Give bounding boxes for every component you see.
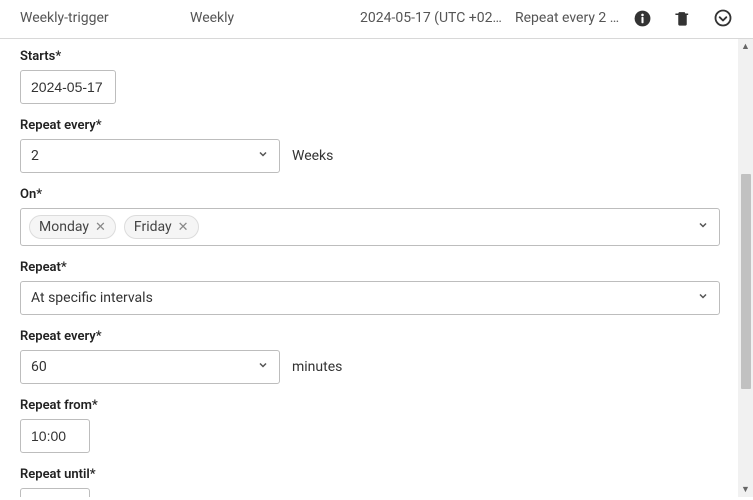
repeat-every-weeks-select[interactable]: 2 xyxy=(20,139,280,173)
scroll-up-arrow-icon[interactable]: ▲ xyxy=(738,39,753,54)
form-content: Starts* Repeat every* 2 Weeks On* xyxy=(0,39,753,497)
field-on: On* Monday ✕ Friday ✕ xyxy=(20,187,733,246)
repeat-mode-label: Repeat* xyxy=(20,260,733,275)
chevron-down-icon xyxy=(257,148,269,164)
repeat-mode-value: At specific intervals xyxy=(31,290,153,306)
chip-remove-icon[interactable]: ✕ xyxy=(95,221,106,234)
field-repeat-mode: Repeat* At specific intervals xyxy=(20,260,733,315)
repeat-until-label: Repeat until* xyxy=(20,467,733,482)
content-wrapper: Starts* Repeat every* 2 Weeks On* xyxy=(0,39,753,497)
chip-monday: Monday ✕ xyxy=(29,215,116,239)
repeat-every-weeks-select-wrap: 2 xyxy=(20,139,280,173)
repeat-every-weeks-value: 2 xyxy=(31,148,39,164)
trigger-date: 2024-05-17 (UTC +02… xyxy=(360,10,515,26)
repeat-every-minutes-value: 60 xyxy=(31,359,47,375)
scrollbar-track[interactable]: ▲ ▼ xyxy=(738,39,753,497)
repeat-every-weeks-row: 2 Weeks xyxy=(20,139,733,173)
chip-friday: Friday ✕ xyxy=(124,215,199,239)
repeat-every-minutes-label: Repeat every* xyxy=(20,329,733,344)
trigger-header-row: Weekly-trigger Weekly 2024-05-17 (UTC +0… xyxy=(0,0,753,39)
starts-label: Starts* xyxy=(20,49,733,64)
chevron-down-icon xyxy=(697,219,709,235)
repeat-every-minutes-suffix: minutes xyxy=(292,359,342,375)
repeat-mode-select[interactable]: At specific intervals xyxy=(20,281,720,315)
field-repeat-every-minutes: Repeat every* 60 minutes xyxy=(20,329,733,384)
repeat-until-input[interactable] xyxy=(20,488,90,497)
field-repeat-from: Repeat from* xyxy=(20,398,733,453)
chevron-down-icon xyxy=(257,359,269,375)
scrollbar-thumb[interactable] xyxy=(741,174,751,389)
header-actions xyxy=(633,8,733,28)
trigger-type: Weekly xyxy=(190,10,360,26)
on-days-select[interactable]: Monday ✕ Friday ✕ xyxy=(20,208,720,246)
on-label: On* xyxy=(20,187,733,202)
field-repeat-every-weeks: Repeat every* 2 Weeks xyxy=(20,118,733,173)
delete-icon[interactable] xyxy=(674,9,691,28)
repeat-every-minutes-select-wrap: 60 xyxy=(20,350,280,384)
repeat-mode-select-wrap: At specific intervals xyxy=(20,281,720,315)
collapse-icon[interactable] xyxy=(713,8,733,28)
repeat-from-label: Repeat from* xyxy=(20,398,733,413)
field-repeat-until: Repeat until* xyxy=(20,467,733,497)
repeat-every-weeks-label: Repeat every* xyxy=(20,118,733,133)
repeat-every-minutes-select[interactable]: 60 xyxy=(20,350,280,384)
repeat-every-weeks-suffix: Weeks xyxy=(292,148,333,164)
repeat-from-input[interactable] xyxy=(20,419,90,453)
chip-remove-icon[interactable]: ✕ xyxy=(178,221,189,234)
starts-input[interactable] xyxy=(20,70,116,104)
info-icon[interactable] xyxy=(633,9,652,28)
chevron-down-icon xyxy=(697,290,709,306)
chip-label: Friday xyxy=(134,219,172,235)
repeat-every-minutes-row: 60 minutes xyxy=(20,350,733,384)
field-starts: Starts* xyxy=(20,49,733,104)
trigger-name: Weekly-trigger xyxy=(20,10,190,26)
scroll-down-arrow-icon[interactable]: ▼ xyxy=(738,482,753,497)
chip-label: Monday xyxy=(39,219,89,235)
trigger-summary: Repeat every 2 … xyxy=(515,10,625,26)
